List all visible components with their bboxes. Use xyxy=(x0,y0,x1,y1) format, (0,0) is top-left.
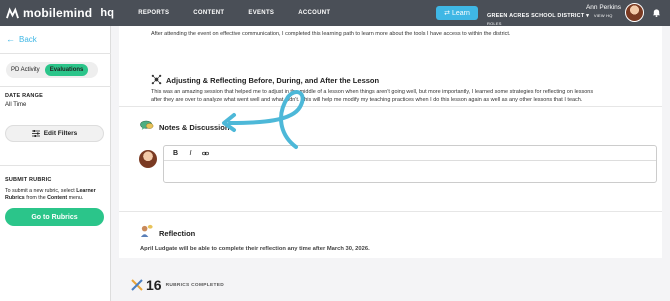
shuffle-icon: ⇄ xyxy=(444,10,450,17)
italic-button[interactable]: I xyxy=(187,150,194,157)
logo-hq: hq xyxy=(100,7,115,19)
back-label: Back xyxy=(19,34,37,44)
learn-button[interactable]: ⇄ Learn xyxy=(436,6,478,20)
arrow-left-icon: ← xyxy=(6,34,15,44)
back-link[interactable]: ← Back xyxy=(6,34,37,44)
divider xyxy=(0,53,111,54)
bell-icon[interactable] xyxy=(652,8,661,17)
desc-text: from the xyxy=(24,195,48,201)
bold-button[interactable]: B xyxy=(172,150,179,157)
logo[interactable]: mobilemind hq xyxy=(6,6,114,20)
desc-text: To submit a new rubric, select xyxy=(5,188,77,194)
speech-bubble-icon xyxy=(140,120,154,130)
pencil-ruler-icon xyxy=(131,279,143,291)
district-name: GREEN ACRES SCHOOL DISTRICT xyxy=(487,13,585,19)
sidebar: ← Back PD Activity Evaluations DATE RANG… xyxy=(0,26,111,301)
nav-content[interactable]: CONTENT xyxy=(193,10,224,16)
network-icon xyxy=(151,74,162,85)
edit-filters-label: Edit Filters xyxy=(43,130,78,137)
filter-sliders-icon xyxy=(31,130,40,137)
nav-account[interactable]: ACCOUNT xyxy=(298,10,330,16)
edit-filters-button[interactable]: Edit Filters xyxy=(5,125,104,142)
submit-rubric-label: SUBMIT RUBRIC xyxy=(5,177,52,183)
user-info[interactable]: Ann Perkins GREEN ACRES SCHOOL DISTRICT … xyxy=(487,4,621,28)
chevron-down-icon: ▾ xyxy=(586,13,590,19)
desc-text: menu. xyxy=(67,195,84,201)
divider xyxy=(0,86,111,87)
link-icon[interactable] xyxy=(202,150,209,157)
notes-discussion-card: Notes & Discussion B I xyxy=(119,106,662,211)
user-avatar[interactable] xyxy=(625,3,644,22)
go-to-rubrics-button[interactable]: Go to Rubrics xyxy=(5,208,104,226)
notes-title: Notes & Discussion xyxy=(159,123,230,132)
main-nav: REPORTS CONTENT EVENTS ACCOUNT xyxy=(138,10,354,16)
nav-events[interactable]: EVENTS xyxy=(248,10,274,16)
logo-text: mobilemind xyxy=(23,6,93,20)
evaluation-card: After attending the event on effective c… xyxy=(119,26,662,106)
reflection-text: April Ludgate will be able to complete t… xyxy=(140,246,370,252)
learn-button-label: Learn xyxy=(451,9,470,17)
activity-tabs: PD Activity Evaluations xyxy=(6,62,98,78)
date-range-label: DATE RANGE xyxy=(5,93,43,99)
comment-input[interactable] xyxy=(164,161,656,182)
reflection-title: Reflection xyxy=(159,229,196,238)
rubrics-count: 16 xyxy=(146,277,162,293)
main-content: After attending the event on effective c… xyxy=(111,26,670,301)
nav-reports[interactable]: REPORTS xyxy=(138,10,169,16)
user-name: Ann Perkins xyxy=(585,4,621,11)
desc-bold: Content xyxy=(47,195,68,201)
tab-evaluations[interactable]: Evaluations xyxy=(44,64,89,76)
tab-pd-activity[interactable]: PD Activity xyxy=(6,64,45,76)
person-thinking-icon xyxy=(140,224,153,237)
intro-text: After attending the event on effective c… xyxy=(151,31,511,37)
date-range-value: All Time xyxy=(5,102,27,108)
submit-rubric-description: To submit a new rubric, select Learner R… xyxy=(5,188,107,202)
logo-icon xyxy=(6,6,19,18)
commenter-avatar xyxy=(139,150,157,168)
divider xyxy=(0,165,111,166)
annotation-arrow xyxy=(222,90,305,149)
section-title: Adjusting & Reflecting Before, During, a… xyxy=(166,76,380,85)
reflection-card: Reflection April Ludgate will be able to… xyxy=(119,211,662,258)
rubrics-label: RUBRICS COMPLETED xyxy=(165,282,224,288)
rubrics-completed-stat: 16 RUBRICS COMPLETED xyxy=(131,277,224,293)
